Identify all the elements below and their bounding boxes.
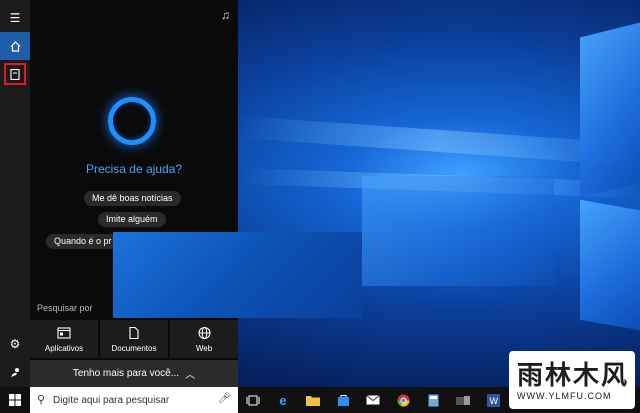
document-icon	[129, 326, 139, 339]
window-logo-pane	[362, 176, 554, 286]
music-icon[interactable]: ♫	[221, 8, 230, 22]
calculator-button[interactable]	[424, 391, 442, 409]
file-explorer-button[interactable]	[304, 391, 322, 409]
start-rail: ☰ ⚙	[0, 0, 30, 387]
settings-button[interactable]: ⚙	[0, 330, 30, 358]
watermark-logo: 雨林木风 WWW.YLMFU.COM	[509, 351, 635, 409]
window-logo-pane	[580, 22, 640, 198]
category-label: Aplicativos	[44, 343, 84, 353]
file-explorer-icon	[306, 395, 320, 406]
calculator-icon	[428, 394, 438, 406]
category-label: Documentos	[111, 343, 157, 353]
microphone-icon[interactable]: 🎤︎	[218, 393, 231, 404]
start-button[interactable]	[0, 387, 30, 413]
teams-icon	[456, 395, 470, 405]
store-button[interactable]	[334, 391, 352, 409]
search-icon: ⚲	[37, 394, 46, 406]
blue-overlay-block	[113, 232, 362, 318]
search-by-label: Pesquisar por	[37, 303, 93, 313]
category-web[interactable]: Web	[170, 320, 238, 358]
task-view-icon	[246, 395, 260, 405]
more-for-you-button[interactable]: Tenho mais para você... ︿	[30, 360, 238, 387]
store-icon	[337, 395, 349, 406]
hamburger-icon: ☰	[9, 11, 21, 25]
feedback-button[interactable]	[0, 358, 30, 386]
word-icon: W	[486, 393, 500, 407]
category-label: Web	[195, 343, 213, 353]
word-button[interactable]: W	[484, 391, 502, 409]
watermark-url: WWW.YLMFU.COM	[517, 391, 612, 401]
edge-icon: e	[279, 392, 287, 408]
watermark-brand: 雨林木风	[517, 361, 630, 391]
feedback-icon	[10, 367, 19, 377]
help-title: Precisa de ajuda?	[85, 162, 183, 176]
gear-icon: ⚙	[9, 337, 21, 351]
chrome-icon	[397, 394, 409, 407]
home-button[interactable]	[0, 32, 30, 60]
suggestion-chip[interactable]: Me dê boas notícias	[84, 191, 181, 206]
chevron-up-icon: ︿	[185, 370, 196, 381]
suggestion-chip[interactable]: Imite alguém	[98, 212, 166, 227]
windows-logo-icon	[9, 394, 21, 406]
taskbar-search-box[interactable]: ⚲ 🎤︎	[30, 387, 238, 413]
hamburger-menu-button[interactable]: ☰	[0, 4, 30, 32]
globe-icon	[197, 326, 211, 339]
category-documents[interactable]: Documentos	[100, 320, 168, 358]
chrome-button[interactable]	[394, 391, 412, 409]
search-input[interactable]	[53, 387, 213, 413]
highlight-box	[4, 63, 26, 85]
apps-icon	[57, 326, 71, 339]
home-icon	[10, 40, 20, 52]
task-view-button[interactable]	[244, 391, 262, 409]
svg-text:W: W	[489, 396, 498, 406]
edge-button[interactable]: e	[274, 391, 292, 409]
category-apps[interactable]: Aplicativos	[30, 320, 98, 358]
suggestion-chip[interactable]: Quando é o pr	[46, 234, 120, 249]
window-logo-pane	[580, 199, 640, 331]
cortana-panel: ♫ Precisa de ajuda? Me dê boas notícias …	[30, 0, 238, 387]
cortana-ring-icon	[108, 97, 156, 145]
mail-button[interactable]	[364, 391, 382, 409]
mail-icon	[366, 395, 380, 405]
more-label: Tenho mais para você...	[72, 368, 180, 379]
teams-button[interactable]	[454, 391, 472, 409]
search-category-tiles: Aplicativos Documentos Web	[30, 320, 238, 358]
